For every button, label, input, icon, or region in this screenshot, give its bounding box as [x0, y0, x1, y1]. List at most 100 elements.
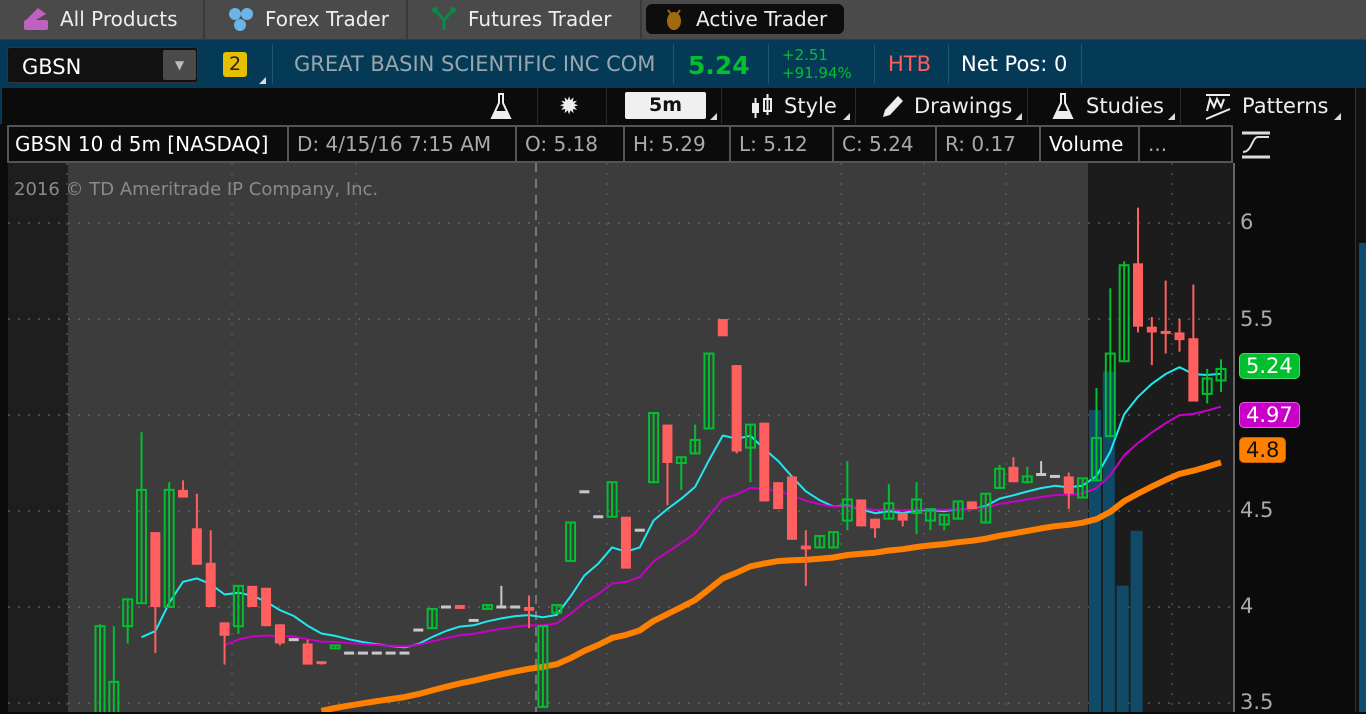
candle-body [759, 422, 770, 502]
menu-corner-icon [843, 113, 850, 120]
tab-label: Futures Trader [468, 7, 612, 31]
divider [948, 44, 949, 84]
net-position: Net Pos: 0 [961, 52, 1068, 76]
ma-slow-bubble: 4.8 [1239, 437, 1287, 463]
candle-body [302, 643, 313, 665]
study-curve-icon[interactable] [1240, 130, 1274, 160]
candle-body [261, 587, 272, 627]
y-tick: 5.5 [1240, 307, 1274, 331]
patterns-icon [1205, 94, 1231, 120]
patterns-label: Patterns [1242, 94, 1329, 118]
candle-body [357, 651, 368, 655]
change-percent: +91.94% [782, 64, 852, 82]
close-value: C: 5.24 [834, 125, 937, 163]
low-value: L: 5.12 [731, 125, 834, 163]
candle-body [717, 319, 728, 337]
candle-body [219, 622, 230, 636]
drawings-menu[interactable]: Drawings [880, 88, 1012, 124]
candle-body [579, 490, 590, 494]
last-price-bubble: 5.24 [1239, 353, 1300, 379]
y-tick: 4 [1240, 594, 1254, 618]
tab-all-products[interactable]: All Products [0, 0, 203, 38]
style-menu[interactable]: Style [750, 88, 837, 124]
scrollbar-thumb[interactable] [1359, 243, 1366, 712]
candle-body [399, 651, 410, 655]
menu-corner-icon [1334, 113, 1341, 120]
tab-label: Forex Trader [265, 7, 389, 31]
copyright-watermark: 2016 © TD Ameritrade IP Company, Inc. [14, 179, 379, 200]
candle-body [510, 605, 521, 609]
settings-button[interactable]: ✹ [559, 88, 579, 124]
volume-bar [1102, 371, 1115, 712]
y-tick: 3.5 [1240, 690, 1274, 714]
volume-study-label[interactable]: Volume [1041, 125, 1140, 163]
divider [1180, 88, 1181, 124]
chart-title[interactable]: GBSN 10 d 5m [NASDAQ] [7, 125, 289, 163]
studies-label: Studies [1086, 94, 1164, 118]
candle-body [800, 545, 811, 550]
forex-icon [229, 8, 253, 31]
tab-forex-trader[interactable]: Forex Trader [205, 0, 406, 38]
range-value: R: 0.17 [937, 125, 1041, 163]
candle-body [787, 476, 797, 540]
high-value: H: 5.29 [625, 125, 731, 163]
timeframe-button[interactable]: 5m [625, 92, 706, 119]
candle-body [1049, 474, 1060, 478]
candle-body [524, 607, 535, 611]
open-value: O: 5.18 [517, 125, 625, 163]
candle-body [1146, 326, 1157, 333]
divider [272, 44, 273, 84]
divider [1027, 88, 1028, 124]
price-chart[interactable] [8, 163, 1233, 712]
candle-body [344, 651, 355, 655]
style-label: Style [784, 94, 837, 118]
candle-body [1133, 263, 1143, 327]
y-tick: 4.5 [1240, 498, 1274, 522]
candle-body [731, 365, 742, 452]
candle-body [870, 518, 881, 529]
vertical-scrollbar[interactable] [1355, 88, 1366, 712]
quote-bar [0, 40, 1366, 88]
symbol-dropdown-button[interactable]: ▼ [163, 50, 196, 80]
volume-bar [1116, 585, 1129, 712]
change-value: +2.51 [782, 46, 828, 64]
divider [874, 44, 875, 84]
candle-body [496, 605, 507, 609]
candle-body [441, 605, 451, 609]
divider [855, 88, 856, 124]
gear-icon: ✹ [559, 92, 580, 120]
menu-corner-icon [1015, 113, 1022, 120]
divider [640, 0, 642, 40]
candle-body [593, 515, 604, 519]
beaker-button[interactable] [488, 88, 514, 124]
candle-body [205, 562, 216, 607]
tab-active-trader[interactable]: Active Trader [646, 4, 844, 34]
volume-bar [1130, 530, 1143, 712]
futures-icon [432, 7, 456, 30]
ma-mid-bubble: 4.97 [1239, 402, 1300, 428]
patterns-menu[interactable]: Patterns [1204, 88, 1329, 124]
candle-style-icon [752, 94, 772, 118]
more-info-button[interactable]: ... [1140, 125, 1233, 163]
candle-body [454, 605, 465, 609]
htb-status: HTB [888, 52, 932, 76]
divider [673, 44, 674, 84]
studies-menu[interactable]: Studies [1050, 88, 1164, 124]
divider [1081, 44, 1082, 84]
candle-body [620, 516, 631, 569]
bar-date: D: 4/15/16 7:15 AM [289, 125, 517, 163]
tab-label: Active Trader [696, 7, 828, 31]
candle-body [856, 499, 867, 527]
candle-body [191, 528, 202, 565]
y-tick: 6 [1240, 210, 1254, 234]
candle-body [178, 489, 189, 498]
candle-body [316, 661, 327, 665]
divider [606, 88, 607, 124]
beaker-icon [490, 93, 512, 119]
all-products-icon [24, 8, 48, 30]
candle-body [274, 624, 285, 644]
symbol-value: GBSN [22, 55, 82, 79]
link-group-badge[interactable]: 2 [223, 52, 247, 77]
menu-corner-icon [259, 77, 266, 84]
tab-futures-trader[interactable]: Futures Trader [408, 0, 640, 38]
